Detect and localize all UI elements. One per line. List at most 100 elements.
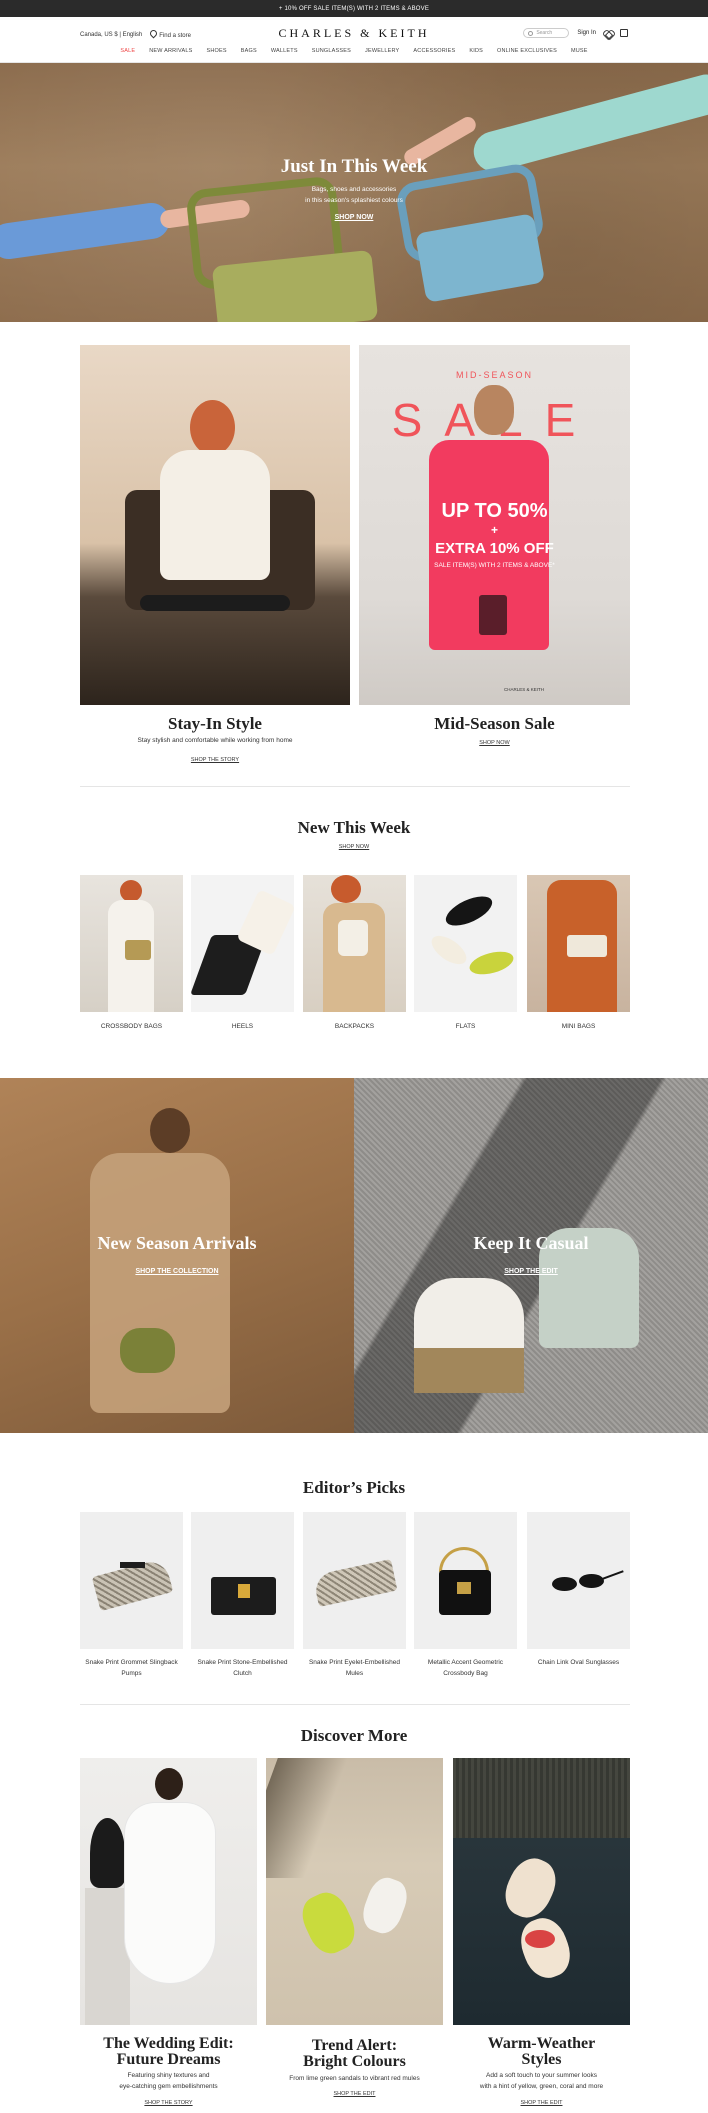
trend-alert-title: Trend Alert: Bright Colours xyxy=(266,2038,443,2070)
nav-new-arrivals[interactable]: NEW ARRIVALS xyxy=(149,48,192,54)
title-line: Bright Colours xyxy=(303,2053,406,2070)
palm-shadow xyxy=(266,1758,348,1878)
category-label-flats[interactable]: FLATS xyxy=(414,1021,517,1032)
product-tile-heels[interactable] xyxy=(191,875,294,1012)
nav-muse[interactable]: MUSE xyxy=(571,48,588,54)
mid-season-shop-now-link[interactable]: SHOP NOW xyxy=(359,740,630,746)
product-tile-mini-bags[interactable] xyxy=(527,875,630,1012)
category-label-backpacks[interactable]: BACKPACKS xyxy=(303,1021,406,1032)
category-label-heels[interactable]: HEELS xyxy=(191,1021,294,1032)
rattan-chair xyxy=(453,1758,630,1838)
product-snake-clutch[interactable] xyxy=(191,1512,294,1649)
tile-model-hair xyxy=(331,875,361,903)
nav-bags[interactable]: BAGS xyxy=(241,48,257,54)
nav-sale[interactable]: SALE xyxy=(120,48,135,54)
tile-backpack xyxy=(338,920,368,956)
hero-subtitle: Bags, shoes and accessories in this seaso… xyxy=(0,184,708,206)
mid-season-sale-title: Mid-Season Sale xyxy=(434,714,555,733)
product-tile-flats[interactable] xyxy=(414,875,517,1012)
warm-weather-title: Warm-Weather Styles xyxy=(453,2036,630,2068)
arm xyxy=(602,1570,624,1580)
sale-banner-top: MID-SEASON xyxy=(455,370,533,380)
bag-chain xyxy=(439,1547,489,1572)
hero-banner[interactable]: Just In This Week Bags, shoes and access… xyxy=(0,63,708,322)
discover-wedding-image[interactable] xyxy=(80,1758,257,2025)
product-name-sunglasses[interactable]: Chain Link Oval Sunglasses xyxy=(527,1657,630,1668)
lens-left xyxy=(552,1577,577,1591)
product-name-crossbody[interactable]: Metallic Accent Geometric Crossbody Bag xyxy=(414,1657,517,1679)
bag-tan-base xyxy=(414,1348,524,1393)
product-name-line: Clutch xyxy=(233,1670,252,1677)
hero-line-2: in this season's splashiest colours xyxy=(305,197,403,204)
product-name-line: Snake Print Eyelet-Embellished xyxy=(308,1659,401,1666)
wedding-shop-story-link[interactable]: SHOP THE STORY xyxy=(80,2100,257,2106)
wedding-dress xyxy=(125,1803,215,1983)
promo-banner[interactable]: + 10% OFF SALE ITEM(S) WITH 2 ITEMS & AB… xyxy=(0,0,708,17)
search-input[interactable]: Search xyxy=(523,28,570,38)
keep-it-casual-title: Keep It Casual xyxy=(473,1233,589,1253)
product-snake-mules[interactable] xyxy=(303,1512,406,1649)
slide-floral-print xyxy=(525,1930,555,1948)
product-name-slingback[interactable]: Snake Print Grommet Slingback Pumps xyxy=(80,1657,183,1679)
tile-flat-lime xyxy=(467,947,516,979)
nav-shoes[interactable]: SHOES xyxy=(206,48,226,54)
trend-alert-subtitle: From lime green sandals to vibrant red m… xyxy=(289,2075,420,2082)
tile-mini-bag xyxy=(567,935,607,957)
nav-sunglasses[interactable]: SUNGLASSES xyxy=(312,48,351,54)
hero-shop-now-link[interactable]: SHOP NOW xyxy=(335,214,374,221)
discover-warm-weather-image[interactable] xyxy=(453,1758,630,2025)
product-tile-backpacks[interactable] xyxy=(303,875,406,1012)
shop-the-story-link[interactable]: SHOP THE STORY xyxy=(80,757,350,763)
product-chain-sunglasses[interactable] xyxy=(527,1512,630,1649)
editors-picks-title: Editor’s Picks xyxy=(302,1478,406,1497)
product-name-line: Pumps xyxy=(121,1670,142,1677)
title-line: Warm-Weather xyxy=(487,2035,596,2052)
nav-online-exclusives[interactable]: ONLINE EXCLUSIVES xyxy=(497,48,557,54)
nav-wallets[interactable]: WALLETS xyxy=(271,48,298,54)
discover-trend-image[interactable] xyxy=(266,1758,443,2025)
stay-in-style-subtitle: Stay stylish and comfortable while worki… xyxy=(137,737,293,744)
model-head xyxy=(474,385,514,435)
shop-the-edit-link[interactable]: SHOP THE EDIT xyxy=(354,1268,708,1275)
category-label-mini-bags[interactable]: MINI BAGS xyxy=(527,1021,630,1032)
mule-shape xyxy=(312,1559,398,1607)
model-trench-coat xyxy=(90,1153,230,1413)
new-season-arrivals-title: New Season Arrivals xyxy=(97,1233,257,1253)
product-snake-slingback[interactable] xyxy=(80,1512,183,1649)
mid-season-sale-image[interactable]: MID-SEASON SALE UP TO 50% + EXTRA 10% OF… xyxy=(359,345,630,705)
category-label-crossbody[interactable]: CROSSBODY BAGS xyxy=(80,1021,183,1032)
nav-jewellery[interactable]: JEWELLERY xyxy=(365,48,399,54)
product-tile-crossbody[interactable] xyxy=(80,875,183,1012)
new-this-week-shop-now[interactable]: SHOP NOW xyxy=(0,844,708,850)
tile-flat-black xyxy=(441,890,497,932)
shop-the-collection-link[interactable]: SHOP THE COLLECTION xyxy=(0,1268,354,1275)
wishlist-heart-icon[interactable] xyxy=(604,29,612,37)
shopping-bag-icon[interactable] xyxy=(620,29,628,37)
white-sandal xyxy=(357,1873,413,1938)
nav-kids[interactable]: KIDS xyxy=(469,48,483,54)
nav-accessories[interactable]: ACCESSORIES xyxy=(413,48,455,54)
hero-title: Just In This Week xyxy=(280,156,428,177)
product-name-line: Mules xyxy=(345,1670,364,1677)
new-season-arrivals-banner[interactable]: New Season Arrivals SHOP THE COLLECTION xyxy=(0,1078,354,1433)
keep-it-casual-banner[interactable]: Keep It Casual SHOP THE EDIT xyxy=(354,1078,708,1433)
stay-in-style-image[interactable] xyxy=(80,345,350,705)
product-geometric-crossbody[interactable] xyxy=(414,1512,517,1649)
tile-model-hair xyxy=(120,880,142,902)
title-line: Trend Alert: xyxy=(311,2037,398,2054)
product-name-line: Snake Print Stone-Embellished xyxy=(197,1659,288,1666)
product-name-mules[interactable]: Snake Print Eyelet-Embellished Mules xyxy=(303,1657,406,1679)
search-placeholder: Search xyxy=(536,30,553,36)
wedding-edit-subtitle: Featuring shiny textures and eye-catching… xyxy=(80,2070,257,2092)
sale-small-print: SALE ITEM(S) WITH 2 ITEMS & ABOVE* xyxy=(434,562,555,569)
product-name-line: Snake Print Grommet Slingback xyxy=(85,1659,178,1666)
discover-more-title: Discover More xyxy=(300,1726,408,1745)
hero-line-1: Bags, shoes and accessories xyxy=(311,186,397,193)
slide-left xyxy=(497,1851,564,1925)
product-name-line: Metallic Accent Geometric xyxy=(427,1659,504,1666)
warm-weather-shop-edit-link[interactable]: SHOP THE EDIT xyxy=(453,2100,630,2106)
main-nav: SALE NEW ARRIVALS SHOES BAGS WALLETS SUN… xyxy=(0,48,708,54)
trend-shop-edit-link[interactable]: SHOP THE EDIT xyxy=(266,2091,443,2097)
product-name-clutch[interactable]: Snake Print Stone-Embellished Clutch xyxy=(191,1657,294,1679)
sign-in-link[interactable]: Sign In xyxy=(577,30,596,36)
